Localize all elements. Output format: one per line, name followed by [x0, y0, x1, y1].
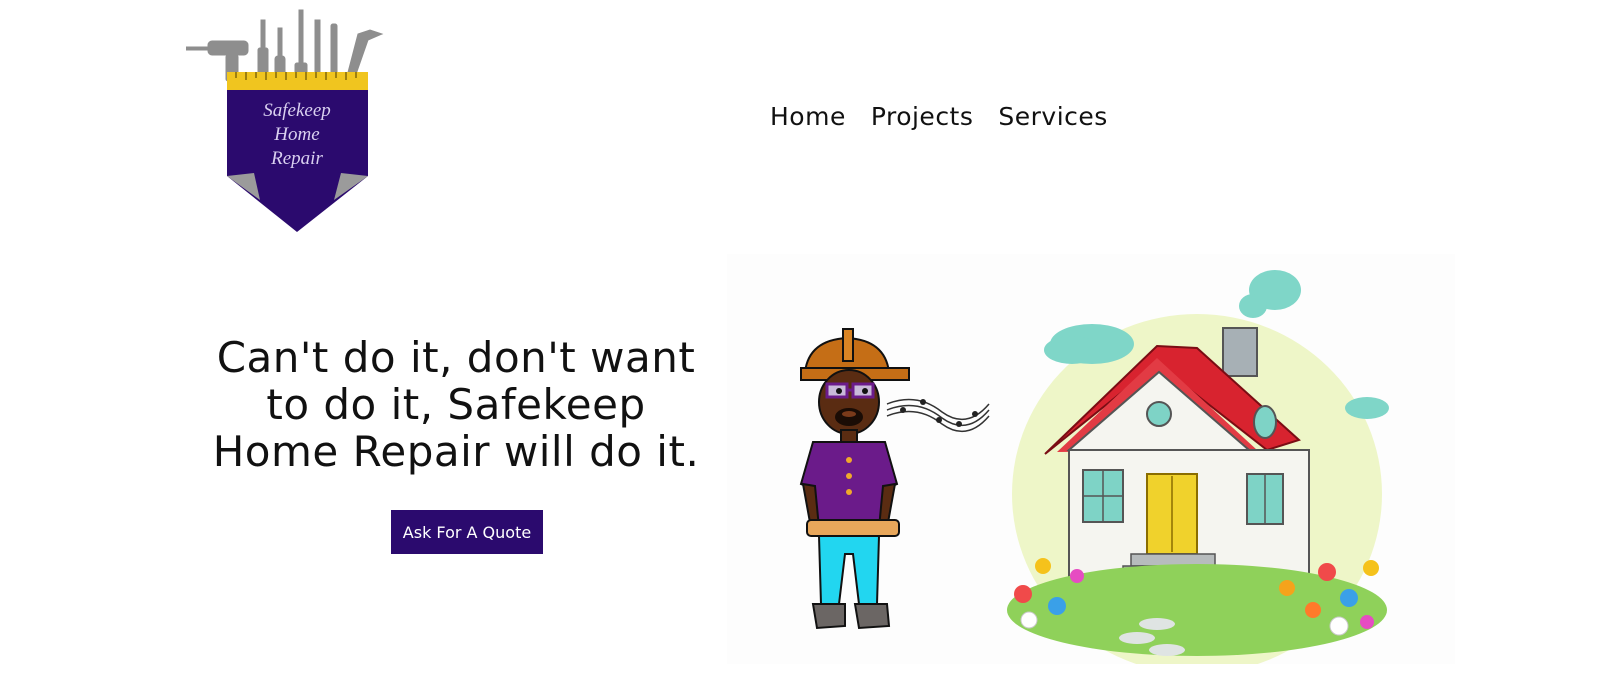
- site-logo[interactable]: Safekeep Home Repair: [185, 8, 386, 236]
- nav-services-link[interactable]: Services: [998, 102, 1107, 131]
- logo-line2: Home: [273, 124, 319, 145]
- nav-home-link[interactable]: Home: [770, 102, 846, 131]
- nav-projects-link[interactable]: Projects: [871, 102, 974, 131]
- logo-line1: Safekeep: [263, 100, 331, 121]
- hero-illustration: [727, 254, 1455, 674]
- ask-quote-button[interactable]: Ask For A Quote: [391, 510, 543, 554]
- main-nav: Home Projects Services: [770, 102, 1108, 131]
- handyman-figure: [799, 328, 990, 630]
- hero-headline: Can't do it, don't want to do it, Safeke…: [212, 333, 700, 476]
- house-scene: [1007, 270, 1389, 674]
- logo-line3: Repair: [270, 148, 323, 169]
